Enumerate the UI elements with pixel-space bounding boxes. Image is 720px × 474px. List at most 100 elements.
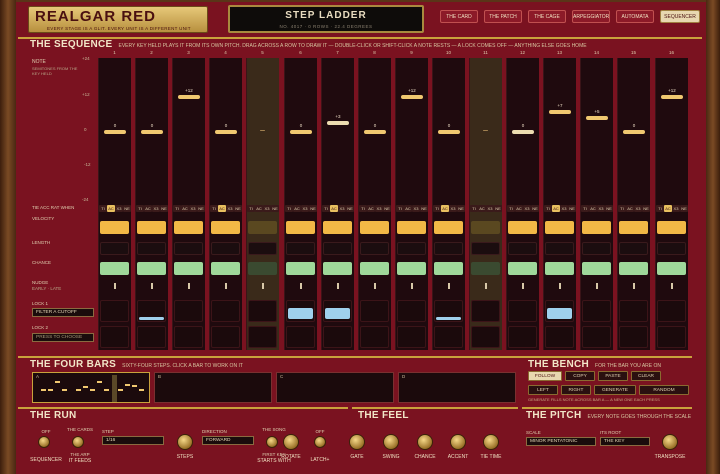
step-flag-chip[interactable]: TI xyxy=(656,205,664,212)
transpose-knob[interactable] xyxy=(662,434,678,450)
velocity-cell[interactable] xyxy=(434,221,463,234)
pitch-bar[interactable] xyxy=(364,130,386,134)
lock2-cell[interactable] xyxy=(582,326,611,348)
velocity-cell[interactable] xyxy=(174,221,203,234)
step-flag-chip[interactable]: AC xyxy=(218,205,226,212)
velocity-cell[interactable] xyxy=(323,221,352,234)
lock2-target-select[interactable]: PRESS TO CHOOSE xyxy=(32,333,94,342)
swing-knob[interactable] xyxy=(383,434,399,450)
step-flag-chip[interactable]: AC xyxy=(552,205,560,212)
step-flag-chip[interactable]: AC xyxy=(367,205,375,212)
chance-cell[interactable] xyxy=(582,262,611,275)
step-flag-chip[interactable]: X3 xyxy=(634,205,642,212)
step-flag-chip[interactable]: X3 xyxy=(560,205,568,212)
chance-cell[interactable] xyxy=(323,262,352,275)
lock2-cell[interactable] xyxy=(323,326,352,348)
velocity-cell[interactable] xyxy=(545,221,574,234)
random-button[interactable]: RANDOM xyxy=(639,385,689,395)
pitch-bar[interactable] xyxy=(141,130,163,134)
step-flag-chip[interactable]: NE xyxy=(494,205,502,212)
step-flag-chip[interactable]: X3 xyxy=(115,205,123,212)
bar-b[interactable]: B xyxy=(154,372,272,403)
velocity-cell[interactable] xyxy=(137,221,166,234)
step-flag-chip[interactable]: TI xyxy=(173,205,181,212)
pitch-bar[interactable] xyxy=(104,130,126,134)
generate-button[interactable]: GENERATE xyxy=(594,385,636,395)
lock2-cell[interactable] xyxy=(508,326,537,348)
lock1-cell[interactable] xyxy=(619,300,648,322)
chance-cell[interactable] xyxy=(545,262,574,275)
step-flag-chip[interactable]: NE xyxy=(680,205,688,212)
step-flag-chip[interactable]: AC xyxy=(181,205,189,212)
length-cell[interactable] xyxy=(397,242,426,255)
length-cell[interactable] xyxy=(286,242,315,255)
step-flag-chip[interactable]: NE xyxy=(271,205,279,212)
tab-arpeggiator[interactable]: ARPEGGIATOR xyxy=(572,10,610,23)
step-flag-chip[interactable]: NE xyxy=(160,205,168,212)
step-flag-chip[interactable]: TI xyxy=(507,205,515,212)
length-cell[interactable] xyxy=(619,242,648,255)
lock1-cell[interactable] xyxy=(248,300,277,322)
pitch-bar[interactable] xyxy=(438,130,460,134)
lock1-cell[interactable] xyxy=(582,300,611,322)
velocity-cell[interactable] xyxy=(248,221,277,234)
copy-button[interactable]: COPY xyxy=(565,371,595,381)
step-flag-chip[interactable]: NE xyxy=(420,205,428,212)
lock2-cell[interactable] xyxy=(619,326,648,348)
pitch-bar[interactable] xyxy=(512,130,534,134)
nudge-marker[interactable] xyxy=(485,283,487,289)
nudge-marker[interactable] xyxy=(411,283,413,289)
lock1-cell[interactable] xyxy=(508,300,537,322)
step-flag-chip[interactable]: X3 xyxy=(672,205,680,212)
lock2-cell[interactable] xyxy=(211,326,240,348)
lock1-value[interactable] xyxy=(325,308,350,319)
pitch-rest[interactable] xyxy=(260,130,265,131)
step-flag-chip[interactable]: X3 xyxy=(263,205,271,212)
lock2-cell[interactable] xyxy=(248,326,277,348)
length-cell[interactable] xyxy=(545,242,574,255)
lock1-value[interactable] xyxy=(436,317,461,320)
step-flag-chip[interactable]: AC xyxy=(144,205,152,212)
step-flag-chip[interactable]: AC xyxy=(626,205,634,212)
tab-the-cage[interactable]: THE CAGE xyxy=(528,10,566,23)
step-flag-chip[interactable]: TI xyxy=(285,205,293,212)
length-cell[interactable] xyxy=(137,242,166,255)
step-flag-chip[interactable]: NE xyxy=(568,205,576,212)
lock1-cell[interactable] xyxy=(100,300,129,322)
nudge-marker[interactable] xyxy=(522,283,524,289)
step-flag-chip[interactable]: X3 xyxy=(301,205,309,212)
length-cell[interactable] xyxy=(582,242,611,255)
step-flag-chip[interactable]: AC xyxy=(293,205,301,212)
velocity-cell[interactable] xyxy=(100,221,129,234)
paste-button[interactable]: PASTE xyxy=(598,371,628,381)
step-flag-chip[interactable]: X3 xyxy=(523,205,531,212)
direction-select[interactable]: FORWARD xyxy=(202,436,254,445)
velocity-cell[interactable] xyxy=(657,221,686,234)
tab-automata[interactable]: AUTOMATA xyxy=(616,10,654,23)
nudge-marker[interactable] xyxy=(151,283,153,289)
velocity-cell[interactable] xyxy=(286,221,315,234)
step-flag-chip[interactable]: TI xyxy=(618,205,626,212)
pitch-bar[interactable] xyxy=(401,95,423,100)
chance-cell[interactable] xyxy=(619,262,648,275)
chance-cell[interactable] xyxy=(286,262,315,275)
tie-time-knob[interactable] xyxy=(483,434,499,450)
step-flag-chip[interactable]: X3 xyxy=(226,205,234,212)
length-cell[interactable] xyxy=(248,242,277,255)
velocity-cell[interactable] xyxy=(471,221,500,234)
lock2-cell[interactable] xyxy=(397,326,426,348)
lock1-value[interactable] xyxy=(288,308,313,319)
nudge-marker[interactable] xyxy=(114,283,116,289)
root-select[interactable]: THE KEY xyxy=(600,437,650,446)
lock1-cell[interactable] xyxy=(360,300,389,322)
clear-button[interactable]: CLEAR xyxy=(631,371,661,381)
lock1-cell[interactable] xyxy=(174,300,203,322)
velocity-cell[interactable] xyxy=(211,221,240,234)
latch-toggle[interactable] xyxy=(314,436,326,448)
step-flag-chip[interactable]: X3 xyxy=(189,205,197,212)
step-flag-chip[interactable]: NE xyxy=(123,205,131,212)
chance-cell[interactable] xyxy=(434,262,463,275)
accent-knob[interactable] xyxy=(450,434,466,450)
pitch-bar[interactable] xyxy=(215,130,237,134)
step-flag-chip[interactable]: AC xyxy=(589,205,597,212)
